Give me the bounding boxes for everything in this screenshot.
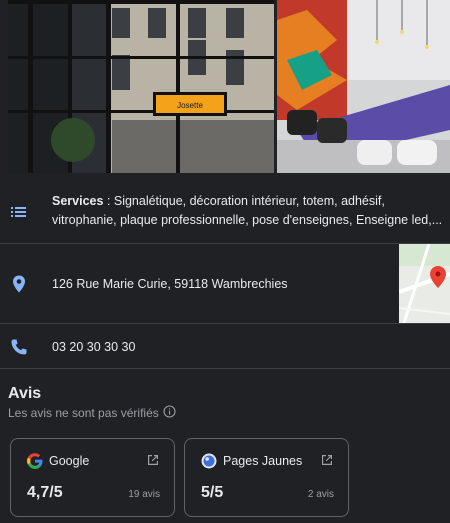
phone-text: 03 20 30 30 30 [52,340,136,354]
pages-jaunes-logo-icon [201,453,217,469]
review-score: 5/5 [201,484,224,501]
list-icon [9,202,29,222]
services-line2: vitrophanie, plaque professionnelle, pos… [52,213,443,227]
map-thumbnail[interactable] [399,244,450,323]
review-card-pages-jaunes[interactable]: Pages Jaunes 5/5 2 avis [184,438,349,517]
location-pin-icon [9,274,29,294]
reviews-title: Avis [8,385,42,402]
reviews-subtitle-text: Les avis ne sont pas vérifiés [8,406,159,420]
phone-row[interactable]: 03 20 30 30 30 [0,324,450,369]
info-icon[interactable] [163,405,176,421]
photo-gallery: Josette [8,0,450,173]
open-external-icon[interactable] [146,453,160,467]
services-line1: : Signalétique, décoration intérieur, to… [103,194,385,208]
open-external-icon[interactable] [320,453,334,467]
services-text: Services : Signalétique, décoration inté… [52,192,448,230]
services-label: Services [52,194,104,208]
review-score: 4,7/5 [27,484,63,501]
interior-photo[interactable] [277,0,450,173]
phone-icon [9,337,29,357]
reviews-subtitle: Les avis ne sont pas vérifiés [8,405,176,421]
google-logo-icon [27,453,43,469]
review-source-name: Google [49,454,90,468]
address-text: 126 Rue Marie Curie, 59118 Wambrechies [52,277,288,291]
storefront-sign-text: Josette [177,101,203,110]
address-row[interactable]: 126 Rue Marie Curie, 59118 Wambrechies [0,244,450,324]
review-count: 2 avis [307,489,334,500]
storefront-photo[interactable]: Josette [8,0,274,173]
review-card-google[interactable]: Google 4,7/5 19 avis [10,438,175,517]
services-row[interactable]: Services : Signalétique, décoration inté… [0,183,450,244]
review-count: 19 avis [128,489,160,500]
review-source-name: Pages Jaunes [223,454,303,468]
